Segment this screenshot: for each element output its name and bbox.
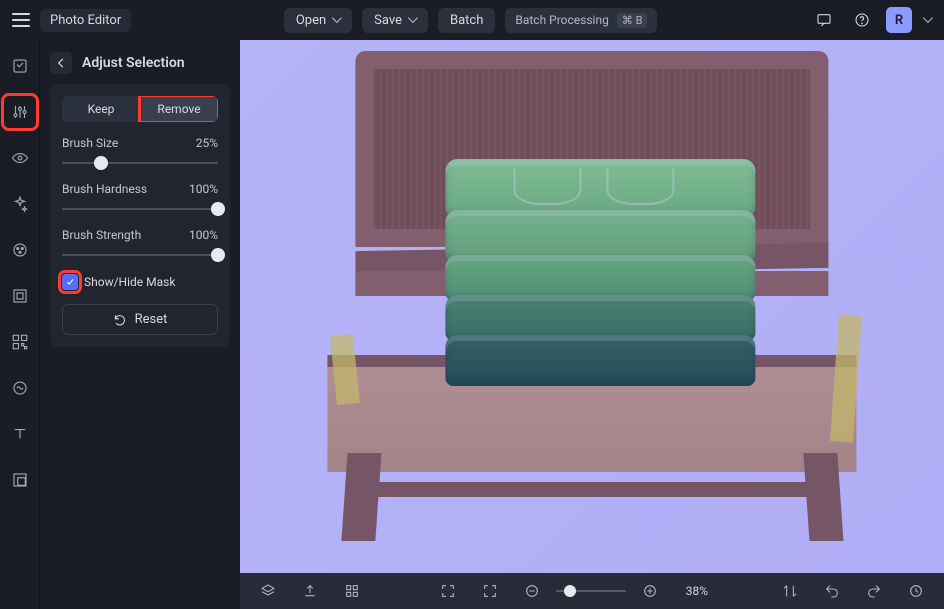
- show-mask-label: Show/Hide Mask: [84, 275, 175, 289]
- zoom-slider[interactable]: [556, 584, 626, 598]
- remove-button[interactable]: Remove: [140, 96, 218, 122]
- chevron-down-icon: [332, 16, 340, 24]
- reset-label: Reset: [135, 312, 168, 327]
- chevron-down-icon: [408, 16, 416, 24]
- crop-tool[interactable]: [6, 52, 34, 80]
- history-icon[interactable]: [902, 577, 930, 605]
- batch-button[interactable]: Batch: [438, 8, 495, 33]
- batch-label: Batch: [450, 13, 483, 28]
- layers-icon[interactable]: [254, 577, 282, 605]
- brush-hardness-label: Brush Hardness: [62, 182, 147, 196]
- show-mask-checkbox[interactable]: [62, 274, 78, 290]
- brush-size-slider[interactable]: [62, 156, 218, 170]
- brush-strength-value: 100%: [189, 228, 218, 242]
- photo-jeans-stack: [446, 159, 756, 389]
- back-button[interactable]: [50, 52, 72, 74]
- zoom-out-button[interactable]: [518, 577, 546, 605]
- adjust-panel: Keep Remove Brush Size 25% Brush Hardness…: [50, 84, 230, 347]
- undo-icon[interactable]: [818, 577, 846, 605]
- canvas-area: 38%: [240, 40, 944, 609]
- avatar[interactable]: R: [886, 7, 912, 33]
- app-title: Photo Editor: [40, 9, 131, 32]
- keep-button[interactable]: Keep: [62, 96, 140, 122]
- brush-size-label: Brush Size: [62, 136, 118, 150]
- adjust-tool[interactable]: [6, 98, 34, 126]
- brush-size-value: 25%: [196, 136, 218, 150]
- photo-chair: [310, 51, 873, 541]
- denoise-tool[interactable]: [6, 374, 34, 402]
- keep-remove-toggle: Keep Remove: [62, 96, 218, 122]
- zoom-in-button[interactable]: [636, 577, 664, 605]
- batch-pill-label: Batch Processing: [515, 13, 608, 27]
- batch-processing-pill[interactable]: Batch Processing ⌘ B: [505, 8, 657, 33]
- comment-icon[interactable]: [810, 6, 838, 34]
- top-bar: Photo Editor Open Save Batch Batch Proce…: [0, 0, 944, 40]
- brush-strength-label: Brush Strength: [62, 228, 141, 242]
- grid-icon[interactable]: [338, 577, 366, 605]
- frame-tool[interactable]: [6, 282, 34, 310]
- brush-hardness-control: Brush Hardness 100%: [62, 182, 218, 216]
- bottom-toolbar: 38%: [240, 573, 944, 609]
- open-label: Open: [296, 13, 326, 28]
- brush-size-control: Brush Size 25%: [62, 136, 218, 170]
- help-icon[interactable]: [848, 6, 876, 34]
- canvas-viewport[interactable]: [240, 40, 944, 573]
- fit-icon[interactable]: [476, 577, 504, 605]
- qr-tool[interactable]: [6, 328, 34, 356]
- menu-icon[interactable]: [12, 13, 30, 27]
- batch-pill-kbd: ⌘ B: [617, 13, 648, 28]
- brush-strength-slider[interactable]: [62, 248, 218, 262]
- save-button[interactable]: Save: [362, 8, 428, 33]
- brush-hardness-slider[interactable]: [62, 202, 218, 216]
- compare-icon[interactable]: [776, 577, 804, 605]
- reset-button[interactable]: Reset: [62, 304, 218, 335]
- brush-tool[interactable]: [6, 236, 34, 264]
- text-tool[interactable]: [6, 420, 34, 448]
- ai-tool[interactable]: [6, 190, 34, 218]
- save-label: Save: [374, 13, 402, 28]
- zoom-control: 38%: [518, 577, 708, 605]
- open-button[interactable]: Open: [284, 8, 352, 33]
- eye-tool[interactable]: [6, 144, 34, 172]
- chevron-down-icon: [923, 16, 931, 24]
- mask-tool[interactable]: [6, 466, 34, 494]
- adjust-panel-wrap: Adjust Selection Keep Remove Brush Size 2…: [40, 40, 240, 609]
- panel-title: Adjust Selection: [82, 55, 185, 71]
- brush-strength-control: Brush Strength 100%: [62, 228, 218, 262]
- tool-sidebar: [0, 40, 40, 609]
- redo-icon[interactable]: [860, 577, 888, 605]
- brush-hardness-value: 100%: [189, 182, 218, 196]
- export-icon[interactable]: [296, 577, 324, 605]
- fullscreen-icon[interactable]: [434, 577, 462, 605]
- avatar-menu-chevron[interactable]: [922, 16, 932, 24]
- zoom-value: 38%: [674, 584, 708, 598]
